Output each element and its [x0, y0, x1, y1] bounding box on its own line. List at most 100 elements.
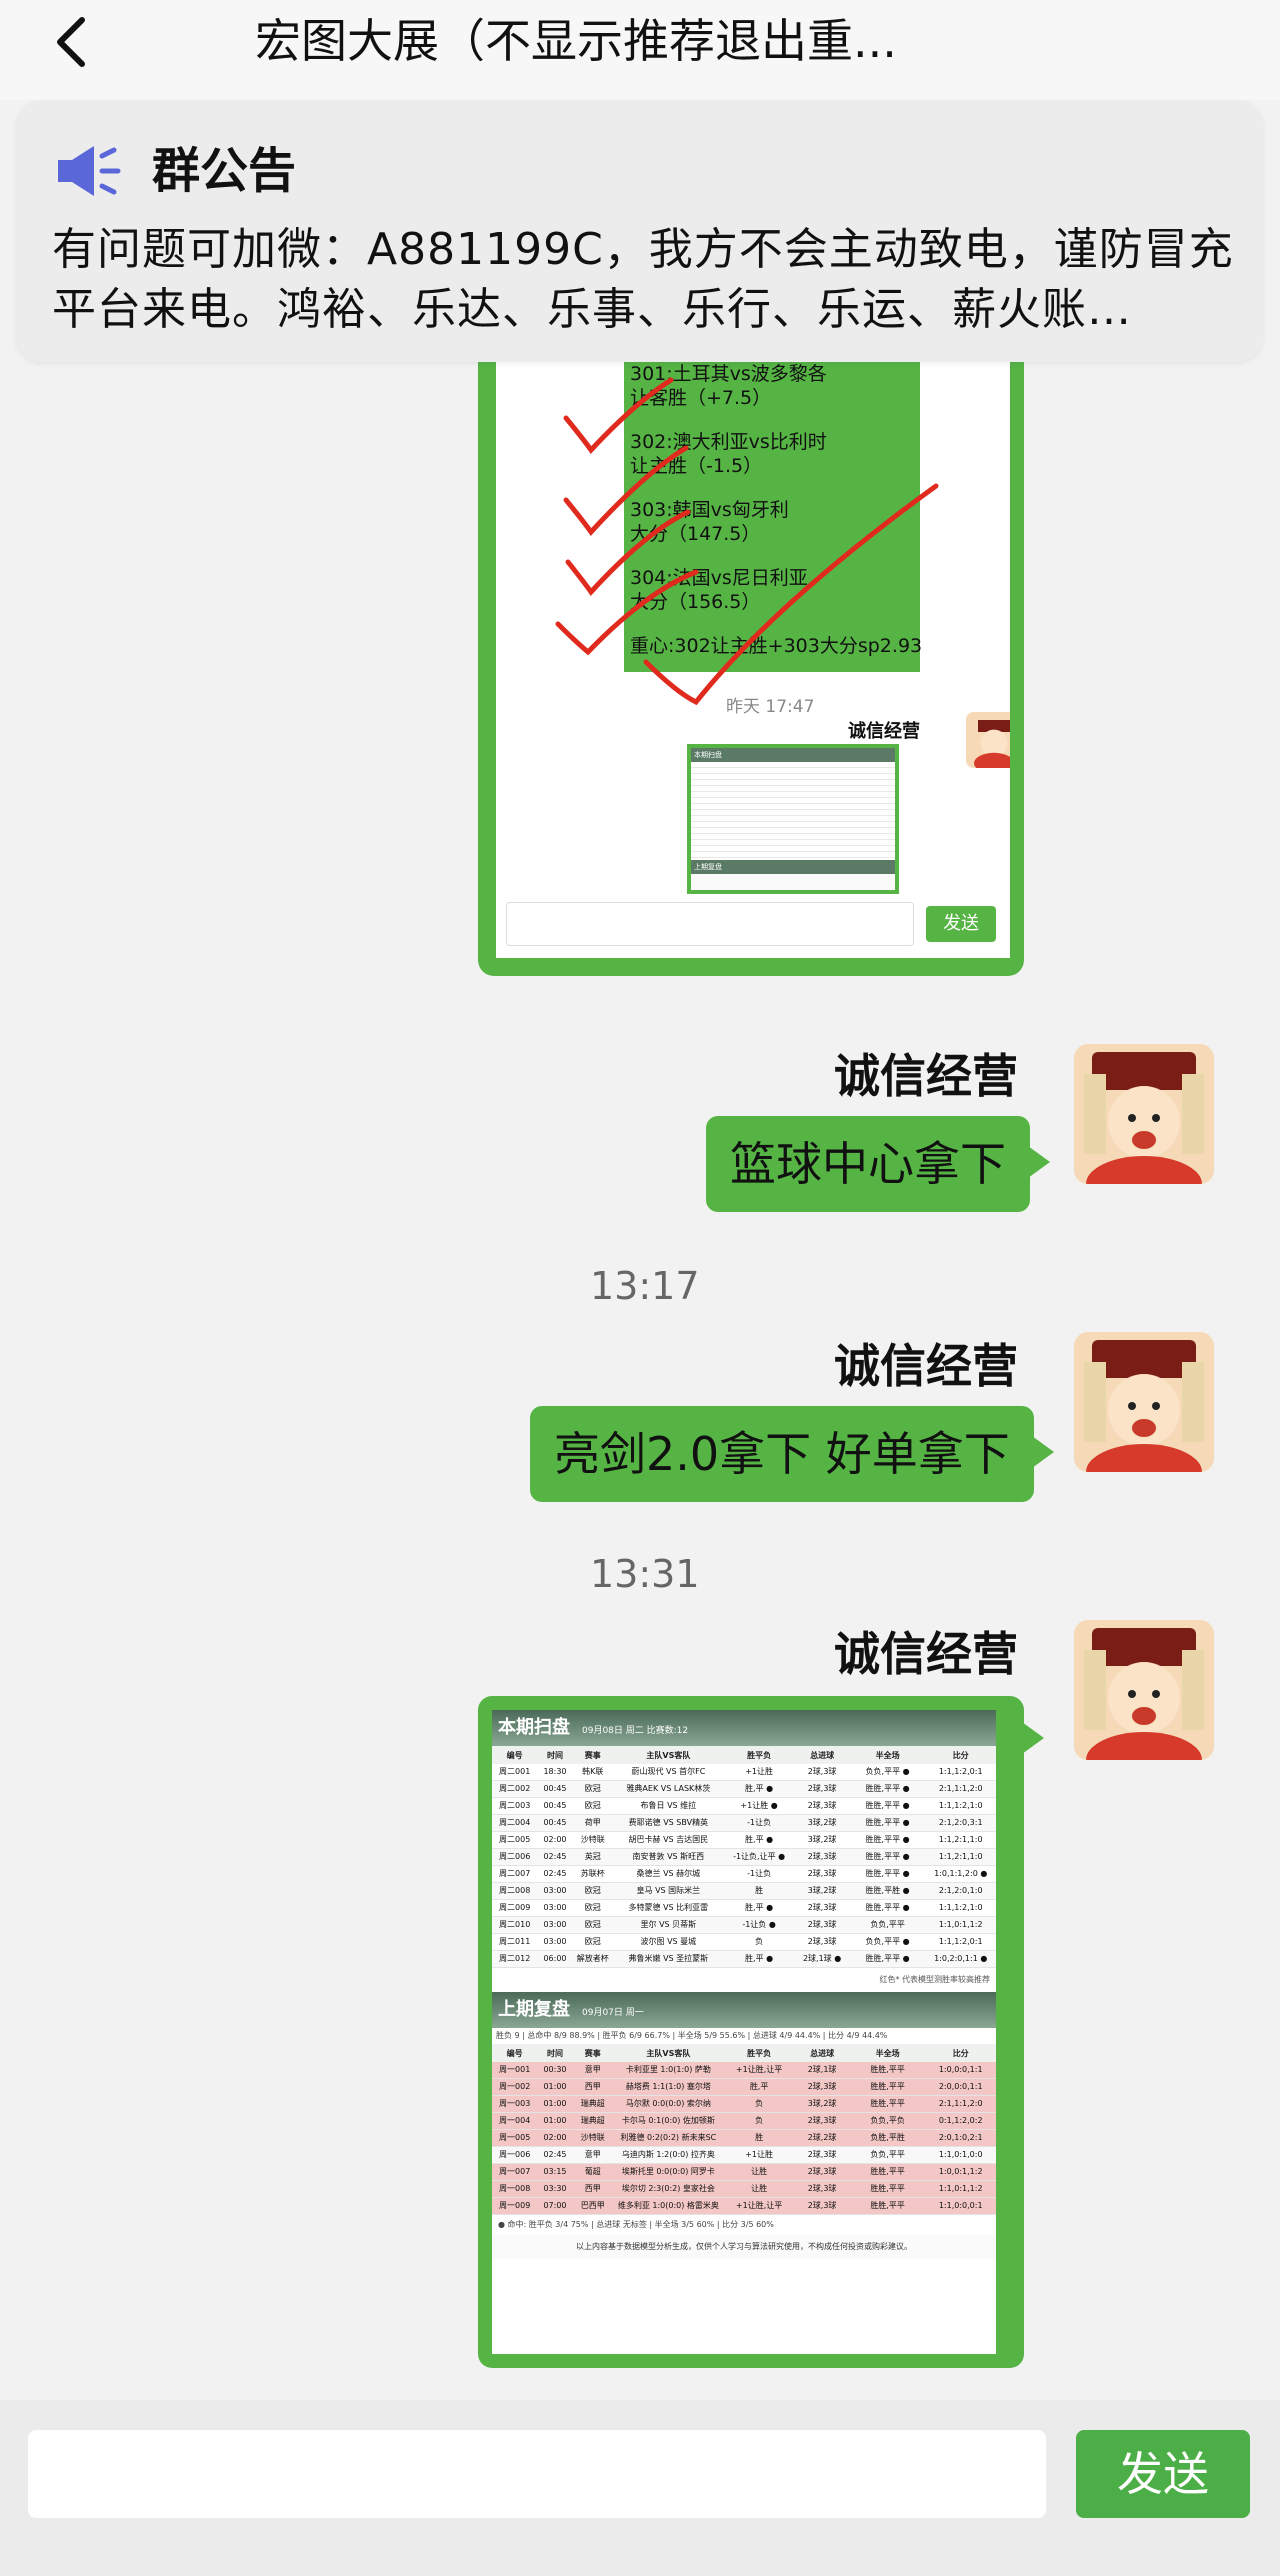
- prediction-note: 301:土耳其vs波多黎各 让客胜（+7.5） 302:澳大利亚vs比利时 让主…: [624, 362, 922, 672]
- table-cell: 周二003: [492, 1797, 538, 1815]
- table-cell: 意甲: [572, 2062, 613, 2079]
- table-cell: 3球,2球: [794, 1882, 850, 1900]
- table-cell: 负负,平平 ●: [849, 1764, 926, 1781]
- table-cell: 桑德兰 VS 赫尔城: [612, 1865, 724, 1883]
- table-row: 周二008 03:00 欧冠 皇马 VS 国际米兰胜 3球,2球 胜胜,平胜 ● 2:1,2…: [492, 1882, 996, 1900]
- table-cell: 03:00: [537, 1916, 573, 1934]
- table-cell: 欧冠: [572, 1933, 613, 1951]
- table-cell: 负负,平平: [849, 2146, 926, 2164]
- table-cell: 2:1,2:0,3:1: [925, 1814, 996, 1832]
- table-cell: 2球,3球: [794, 2180, 850, 2198]
- table-row: 周二004 00:45 荷甲 费耶诺德 VS SBV精英 -1让负 3球,2球 胜胜,平平 …: [492, 1814, 996, 1832]
- table-cell: 周一007: [492, 2163, 538, 2181]
- table-cell: 1:1,0:1,1:2: [925, 1916, 996, 1934]
- table-cell: 负胜,平胜: [849, 2129, 926, 2147]
- table-cell: 胜胜,平平: [849, 2197, 926, 2215]
- table-cell: 02:45: [537, 2146, 573, 2164]
- table-cell: 周一005: [492, 2129, 538, 2147]
- table-cell: 01:00: [537, 2095, 573, 2113]
- previous-table: 编号 时间 赛事 主队VS客队 胜平负 总进球 半全场 比分 周一001 00:30 意甲 卡利亚里…: [492, 2044, 996, 2215]
- table-header-cell: 主队VS客队: [612, 2044, 724, 2062]
- table-row: 周一005 02:00 沙特联 利雅德 0:2(0:2) 新未来SC 胜 2球,2球 负胜,…: [492, 2129, 996, 2147]
- table-cell: 瑞典超: [572, 2112, 613, 2130]
- table-cell: 胜胜,平平 ●: [849, 1831, 926, 1849]
- image-message-2[interactable]: 本期扫盘 09月08日 周二 比赛数:12 编号 时间 赛事 主队VS客队 胜平负 总进球半…: [478, 1696, 1024, 2368]
- text-message[interactable]: 亮剑2.0拿下 好单拿下: [530, 1406, 1054, 1502]
- table-row: 周一006 02:45 意甲 乌迪内斯 1:2(0:0) 拉齐奥 +1让胜 2球,3球 负负…: [492, 2146, 996, 2164]
- table-cell: 2球,1球 ●: [794, 1950, 850, 1968]
- table-cell: 02:45: [537, 1848, 573, 1866]
- table-cell: 2球,3球: [794, 1899, 850, 1917]
- table-row: 周二002 00:45 欧冠 雅典AEK VS LASK林茨 胜,平 ● 2球,3球 胜胜,…: [492, 1780, 996, 1798]
- table-cell: 胜胜,平平: [849, 2180, 926, 2198]
- table-cell: 胜胜,平胜 ●: [849, 1882, 926, 1900]
- table-row: 周二009 03:00 欧冠 多特蒙德 VS 比利亚雷 胜,平 ● 2球,3球 胜胜,平平 …: [492, 1899, 996, 1917]
- current-table: 编号 时间 赛事 主队VS客队 胜平负 总进球 半全场 比分 周二001 18:30 韩K联 蔚山现…: [492, 1746, 996, 1968]
- table-cell: 沙特联: [572, 1831, 613, 1849]
- table-cell: 2球,3球: [794, 1764, 850, 1781]
- table-cell: 马尔默 0:0(0:0) 索尔纳: [612, 2095, 724, 2113]
- group-announcement[interactable]: 群公告 有问题可加微：A881199C，我方不会主动致电，谨防冒充平台来电。鸿裕…: [16, 100, 1263, 362]
- table-cell: 周二004: [492, 1814, 538, 1832]
- table-cell: 2:1,1:1,2:0: [925, 2095, 996, 2113]
- table-cell: 3球,2球: [794, 1831, 850, 1849]
- announcement-text: 有问题可加微：A881199C，我方不会主动致电，谨防冒充平台来电。鸿裕、乐达、…: [52, 224, 1234, 335]
- table-cell: 1:1,0:1,0:0: [925, 2146, 996, 2164]
- table-header-cell: 赛事: [572, 1746, 613, 1764]
- chevron-left-icon: [57, 17, 85, 67]
- send-button[interactable]: 发送: [1076, 2430, 1250, 2518]
- chat-header: 宏图大展（不显示推荐退出重...: [0, 0, 1280, 100]
- table-cell: 周二010: [492, 1916, 538, 1934]
- table-cell: 胜胜,平平 ●: [849, 1848, 926, 1866]
- back-button[interactable]: [50, 12, 94, 72]
- table-header-cell: 时间: [537, 2044, 573, 2062]
- avatar[interactable]: [1074, 1332, 1214, 1472]
- table-row: 周二003 00:45 欧冠 布鲁日 VS 维拉 +1让胜 ● 2球,3球 胜胜,平平 ● 1…: [492, 1797, 996, 1815]
- avatar[interactable]: [1074, 1044, 1214, 1184]
- table-cell: 苏联杯: [572, 1865, 613, 1883]
- table-cell: 皇马 VS 国际米兰: [612, 1882, 724, 1900]
- table-cell: 负负,平平: [849, 1916, 926, 1934]
- table-header-cell: 半全场: [849, 1746, 926, 1764]
- table-cell: 负: [723, 2095, 795, 2113]
- table-cell: 胜,平 ●: [723, 1780, 795, 1798]
- table-cell: 1:1,1:2,1:0: [925, 1899, 996, 1917]
- mini-send-button: 发送: [926, 906, 996, 942]
- table-cell: 2球,2球: [794, 2129, 850, 2147]
- table-cell: 周一004: [492, 2112, 538, 2130]
- table-header-cell: 总进球: [794, 2044, 850, 2062]
- table-cell: 周二006: [492, 1848, 538, 1866]
- table-cell: 瑞典超: [572, 2095, 613, 2113]
- table-row: 周二010 03:00 欧冠 里尔 VS 贝蒂斯 -1让负 ● 2球,3球 负负,平平 1:1…: [492, 1916, 996, 1934]
- table-cell: 负: [723, 1933, 795, 1951]
- image-message-1[interactable]: 301:土耳其vs波多黎各 让客胜（+7.5） 302:澳大利亚vs比利时 让主…: [478, 362, 1024, 976]
- table-cell: 胜胜,平平 ●: [849, 1950, 926, 1968]
- table-cell: 欧冠: [572, 1916, 613, 1934]
- table-cell: 周一002: [492, 2078, 538, 2096]
- table-row: 周二006 02:45 英冠 南安普敦 VS 斯旺西 -1让负,让平 ● 2球,3球 胜胜,…: [492, 1848, 996, 1866]
- table-row: 周二005 02:00 沙特联 胡巴卡赫 VS 吉达国民 胜,平 ● 3球,2球 胜胜,平平…: [492, 1831, 996, 1849]
- betting-table-image: 本期扫盘 09月08日 周二 比赛数:12 编号 时间 赛事 主队VS客队 胜平负 总进球半…: [492, 1710, 996, 2354]
- table-cell: 03:15: [537, 2163, 573, 2181]
- avatar[interactable]: [1074, 1620, 1214, 1760]
- table-header-cell: 总进球: [794, 1746, 850, 1764]
- table-cell: 弗鲁米嫩 VS 圣拉蒙斯: [612, 1950, 724, 1968]
- table-cell: 胜胜,平平 ●: [849, 1797, 926, 1815]
- table-cell: 卡利亚里 1:0(1:0) 萨勒: [612, 2062, 724, 2079]
- table-cell: 1:1,1:2,0:1: [925, 1764, 996, 1781]
- table-cell: 多特蒙德 VS 比利亚雷: [612, 1899, 724, 1917]
- table-cell: 维多利亚 1:0(0:0) 格雷米奥: [612, 2197, 724, 2215]
- table-cell: 负负,平负: [849, 2112, 926, 2130]
- table-cell: +1让胜,让平: [723, 2062, 795, 2079]
- table-cell: 胜胜,平平 ●: [849, 1865, 926, 1883]
- table-cell: 荷甲: [572, 1814, 613, 1832]
- megaphone-icon: [58, 146, 121, 196]
- table-row: 周二001 18:30 韩K联 蔚山现代 VS 首尔FC +1让胜 2球,3球 负负,平平 …: [492, 1764, 996, 1781]
- table-cell: 负负,平平 ●: [849, 1933, 926, 1951]
- table-cell: 胜,平 ●: [723, 1831, 795, 1849]
- sender-name: 诚信经营: [834, 1049, 1018, 1103]
- table-cell: 周一006: [492, 2146, 538, 2164]
- message-input[interactable]: [28, 2430, 1046, 2518]
- table-cell: 让胜: [723, 2163, 795, 2181]
- text-message[interactable]: 篮球中心拿下: [706, 1116, 1050, 1212]
